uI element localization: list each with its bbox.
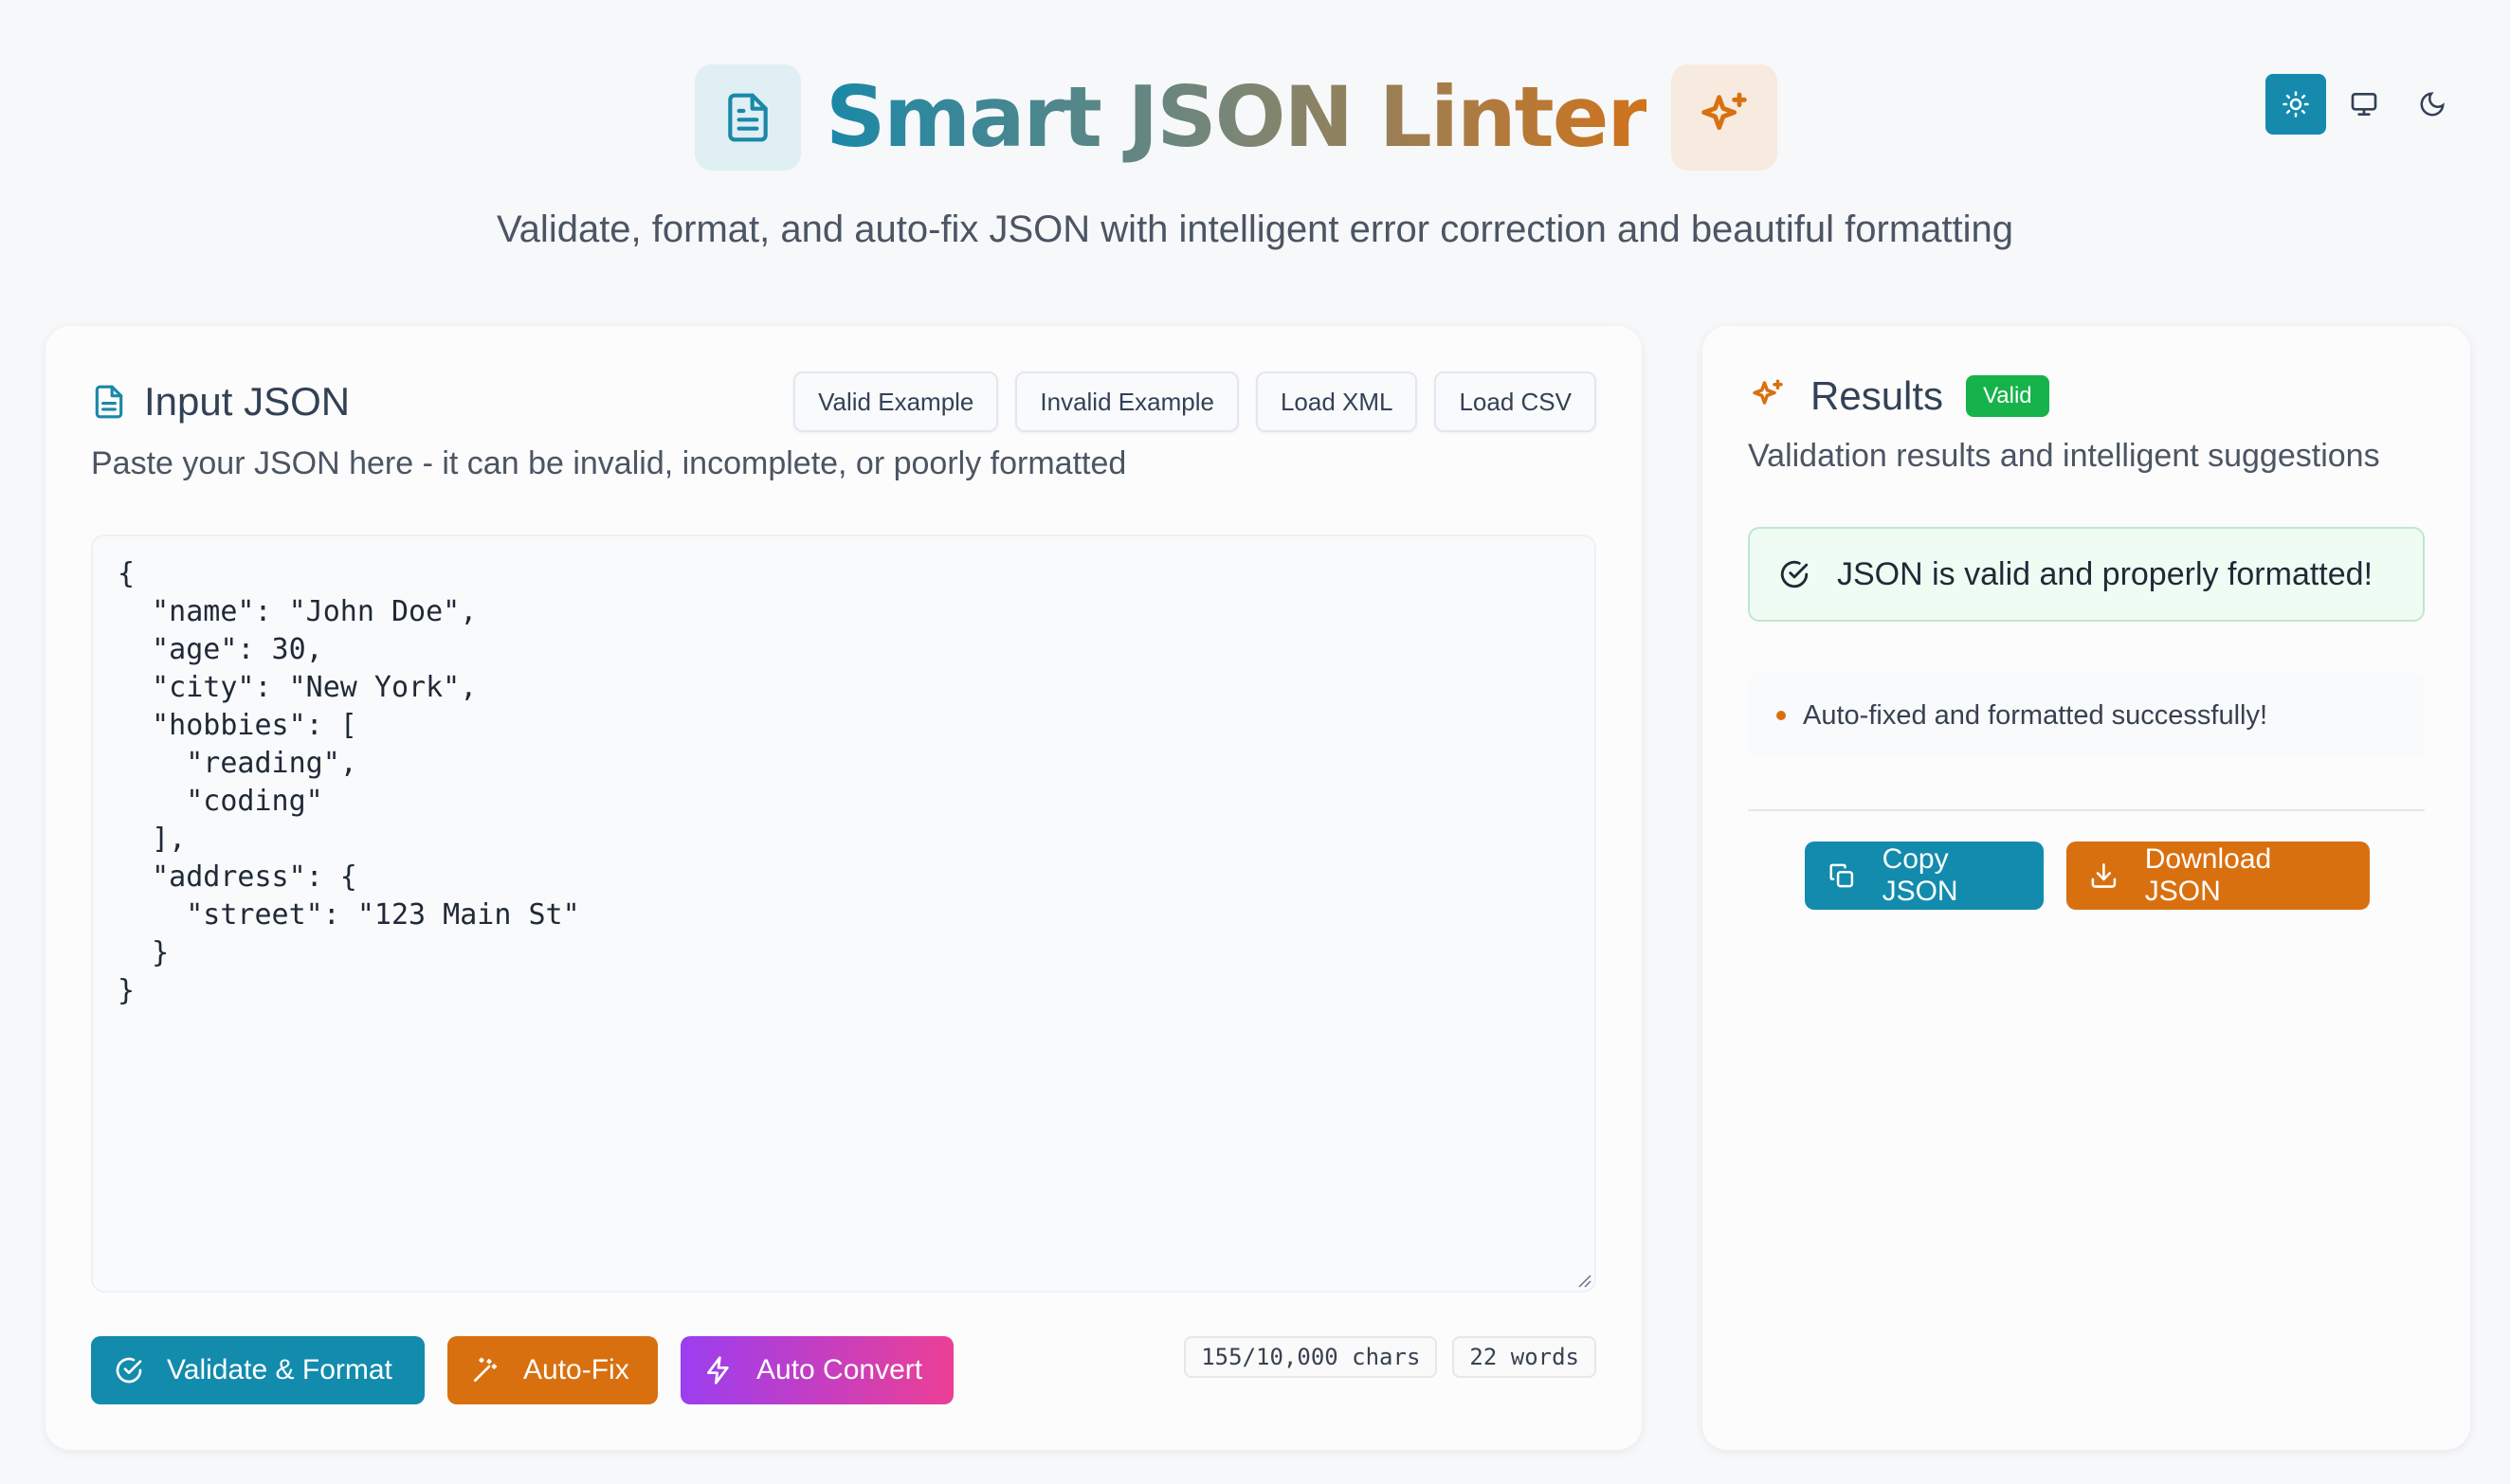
lightning-icon bbox=[707, 1356, 729, 1384]
resize-handle-icon[interactable] bbox=[1573, 1270, 1592, 1289]
valid-example-button[interactable]: Valid Example bbox=[793, 371, 999, 432]
validate-format-label: Validate & Format bbox=[167, 1354, 392, 1385]
validation-alert-text: JSON is valid and properly formatted! bbox=[1837, 555, 2374, 592]
input-actions: Validate & Format Auto-Fix Auto Convert bbox=[91, 1336, 954, 1404]
copy-icon bbox=[1829, 863, 1854, 888]
input-description: Paste your JSON here - it can be invalid… bbox=[91, 445, 1127, 481]
input-card: Input JSON Paste your JSON here - it can… bbox=[45, 326, 1642, 1450]
load-xml-button[interactable]: Load XML bbox=[1255, 371, 1418, 432]
load-csv-button[interactable]: Load CSV bbox=[1434, 371, 1596, 432]
json-input-editor[interactable]: { "name": "John Doe", "age": 30, "city":… bbox=[91, 534, 1596, 1293]
example-buttons: Valid Example Invalid Example Load XML L… bbox=[793, 371, 1596, 432]
suggestion-item: Auto-fixed and formatted successfully! bbox=[1748, 673, 2425, 758]
download-json-button[interactable]: Download JSON bbox=[2066, 842, 2370, 910]
results-description: Validation results and intelligent sugge… bbox=[1748, 438, 2380, 474]
input-title: Input JSON bbox=[144, 379, 351, 424]
status-badge: Valid bbox=[1966, 375, 2049, 417]
auto-convert-button[interactable]: Auto Convert bbox=[681, 1336, 954, 1404]
check-circle-icon bbox=[116, 1357, 142, 1384]
word-count: 22 words bbox=[1452, 1336, 1596, 1378]
validate-format-button[interactable]: Validate & Format bbox=[91, 1336, 425, 1404]
results-actions: Copy JSON Download JSON bbox=[1805, 842, 2370, 910]
copy-json-label: Copy JSON bbox=[1882, 843, 1958, 907]
results-title: Results bbox=[1810, 373, 1944, 418]
sparkles-icon bbox=[1670, 64, 1777, 171]
download-icon bbox=[2091, 863, 2117, 888]
theme-switch bbox=[2265, 74, 2463, 135]
download-json-label: Download JSON bbox=[2144, 843, 2272, 907]
theme-dark-button[interactable] bbox=[2402, 74, 2463, 135]
document-icon bbox=[95, 385, 123, 419]
auto-fix-button[interactable]: Auto-Fix bbox=[447, 1336, 658, 1404]
page-title: Smart JSON Linter bbox=[826, 64, 1648, 171]
app-header: Smart JSON Linter bbox=[0, 64, 2510, 171]
document-icon bbox=[695, 64, 801, 171]
check-circle-icon bbox=[1780, 560, 1809, 588]
theme-system-button[interactable] bbox=[2334, 74, 2394, 135]
title-row: Smart JSON Linter bbox=[695, 64, 1777, 171]
char-count: 155/10,000 chars bbox=[1184, 1336, 1438, 1378]
magic-wand-icon bbox=[474, 1357, 497, 1382]
sun-icon bbox=[2283, 91, 2309, 118]
editor-stats: 155/10,000 chars 22 words bbox=[1184, 1336, 1596, 1378]
results-card: Results Valid Validation results and int… bbox=[1702, 326, 2470, 1450]
moon-icon bbox=[2420, 92, 2445, 117]
validation-alert: JSON is valid and properly formatted! bbox=[1748, 527, 2425, 622]
auto-convert-label: Auto Convert bbox=[756, 1354, 923, 1385]
results-header: Results Valid bbox=[1748, 373, 2049, 419]
theme-light-button[interactable] bbox=[2265, 74, 2326, 135]
page-subtitle: Validate, format, and auto-fix JSON with… bbox=[496, 208, 2014, 250]
divider bbox=[1748, 809, 2425, 811]
suggestion-text: Auto-fixed and formatted successfully! bbox=[1803, 699, 2268, 731]
auto-fix-label: Auto-Fix bbox=[523, 1354, 629, 1385]
input-header: Input JSON bbox=[91, 379, 350, 425]
copy-json-button[interactable]: Copy JSON bbox=[1805, 842, 2044, 910]
bullet-dot bbox=[1776, 711, 1786, 720]
monitor-icon bbox=[2351, 93, 2377, 116]
invalid-example-button[interactable]: Invalid Example bbox=[1015, 371, 1239, 432]
sparkles-icon bbox=[1753, 379, 1783, 405]
